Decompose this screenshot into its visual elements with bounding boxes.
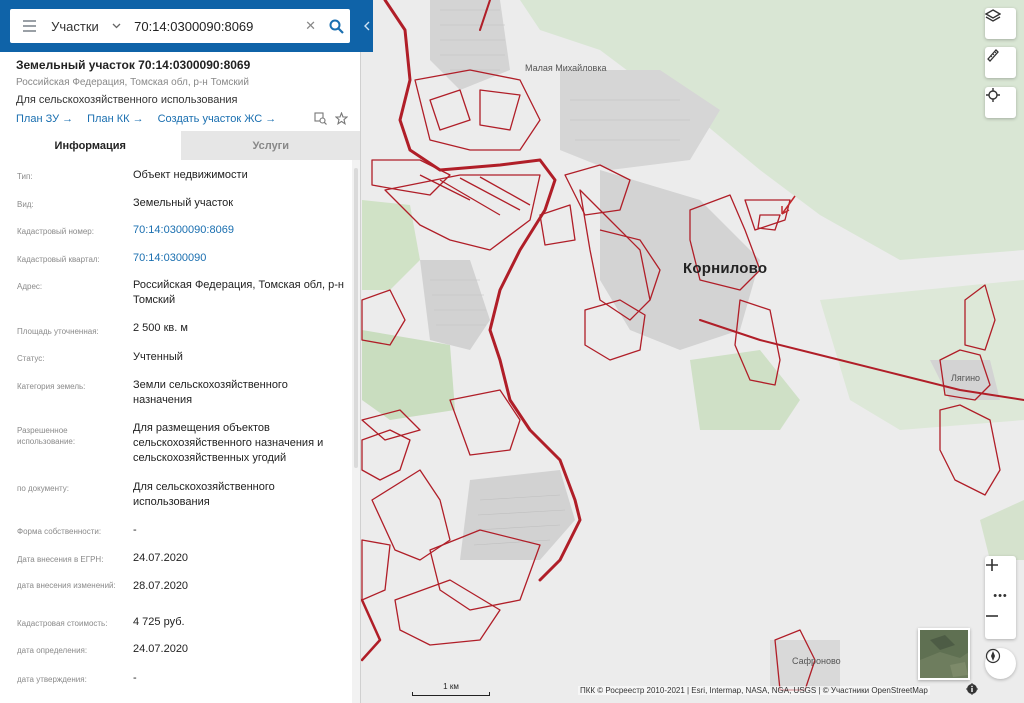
tab-services[interactable]: Услуги <box>180 131 360 160</box>
detail-label: Адрес: <box>17 282 43 291</box>
plan-zu-link[interactable]: План ЗУ → <box>16 113 73 125</box>
compass-button[interactable] <box>985 648 1016 679</box>
search-category-select[interactable]: Участки <box>51 19 109 34</box>
scale-label: 1 км <box>443 682 459 691</box>
object-use: Для сельскохозяйственного использования <box>16 94 238 106</box>
detail-label: дата определения: <box>17 646 88 655</box>
detail-label: Кадастровый квартал: <box>17 255 100 264</box>
detail-value-link[interactable]: 70:14:0300090 <box>133 251 348 266</box>
tab-info[interactable]: Информация <box>0 131 181 160</box>
detail-label: Разрешенное использование: <box>17 426 76 446</box>
plan-links: План ЗУ → План КК → Создать участок ЖС → <box>16 113 356 125</box>
crosshair-icon <box>986 88 1000 102</box>
measure-button[interactable] <box>985 47 1016 78</box>
detail-value: 28.07.2020 <box>133 580 189 592</box>
detail-label: Категория земель: <box>17 382 86 391</box>
detail-value-link[interactable]: 70:14:0300090:8069 <box>133 223 348 238</box>
detail-label: по документу: <box>17 484 69 493</box>
place-label-lyagino: Лягино <box>951 373 981 383</box>
chevron-left-icon <box>364 21 370 31</box>
collapse-panel-button[interactable] <box>361 8 373 44</box>
detail-value: 24.07.2020 <box>133 552 189 564</box>
detail-label: Вид: <box>17 200 34 209</box>
detail-value: 24.07.2020 <box>133 643 189 655</box>
menu-icon[interactable] <box>16 9 42 43</box>
detail-label: Кадастровый номер: <box>17 227 94 236</box>
plan-kk-link[interactable]: План КК → <box>87 113 143 125</box>
detail-label: Форма собственности: <box>17 527 102 536</box>
search-input[interactable] <box>134 18 300 34</box>
detail-value: - <box>133 524 137 536</box>
plus-icon <box>986 559 998 571</box>
detail-value: Земельный участок <box>133 197 234 209</box>
basemap-thumbnail[interactable] <box>918 628 970 680</box>
zoom-to-object-icon[interactable] <box>314 112 327 125</box>
search-bar: Участки ✕ <box>0 0 373 52</box>
map-attribution: ПКК © Росреестр 2010-2021 | Esri, Interm… <box>578 686 930 695</box>
detail-value: - <box>133 672 137 684</box>
place-label-safronovo: Сафроново <box>792 656 841 666</box>
search-button[interactable] <box>322 9 350 43</box>
header-actions <box>314 112 348 125</box>
detail-label: дата утверждения: <box>17 675 87 684</box>
detail-value: 2 500 кв. м <box>133 322 188 334</box>
zoom-in-button[interactable] <box>985 558 1016 586</box>
zoom-more-icon[interactable]: ••• <box>985 586 1016 606</box>
place-label-kornilovo: Корнилово <box>683 260 768 277</box>
detail-value: Земли сельскохозяйственного назначения <box>133 379 288 406</box>
detail-value: Для размещения объектов сельскохозяйстве… <box>133 422 324 464</box>
detail-value: Объект недвижимости <box>133 169 248 181</box>
place-label-malaya-mikhailovka: Малая Михайловка <box>525 63 607 73</box>
ruler-icon <box>987 49 999 62</box>
object-header: Земельный участок 70:14:0300090:8069 Рос… <box>16 58 356 125</box>
zoom-out-button[interactable] <box>985 609 1016 637</box>
locate-button[interactable] <box>985 87 1016 118</box>
info-panel: Земельный участок 70:14:0300090:8069 Рос… <box>0 0 361 703</box>
minus-icon <box>986 615 998 617</box>
scale-bar: 1 км <box>412 682 490 696</box>
search-box: Участки ✕ <box>10 9 350 43</box>
panel-scroll-thumb[interactable] <box>354 168 358 468</box>
info-icon[interactable] <box>966 683 978 695</box>
detail-value: Учтенный <box>133 351 183 363</box>
scale-line <box>412 692 490 696</box>
detail-label: дата внесения изменений: <box>17 581 116 590</box>
close-icon[interactable]: ✕ <box>303 18 318 34</box>
chevron-down-icon[interactable] <box>111 9 122 43</box>
create-zs-link[interactable]: Создать участок ЖС → <box>158 113 277 125</box>
compass-icon <box>985 648 1001 664</box>
layers-icon <box>985 9 1001 22</box>
satellite-thumbnail-image <box>920 630 968 678</box>
detail-value: 4 725 руб. <box>133 616 185 628</box>
layers-button[interactable] <box>985 8 1016 39</box>
detail-label: Статус: <box>17 354 45 363</box>
detail-value: Для сельскохозяйственного использования <box>133 481 275 508</box>
detail-label: Кадастровая стоимость: <box>17 619 108 628</box>
zoom-control: ••• <box>985 556 1016 639</box>
detail-value: Российская Федерация, Томская обл, р-н Т… <box>133 279 345 306</box>
star-icon[interactable] <box>335 112 348 125</box>
detail-label: Тип: <box>17 172 33 181</box>
object-address: Российская Федерация, Томская обл, р-н Т… <box>16 77 249 88</box>
detail-label: Площадь уточненная: <box>17 327 99 336</box>
search-icon <box>329 19 344 34</box>
detail-label: Дата внесения в ЕГРН: <box>17 555 104 564</box>
object-title: Земельный участок 70:14:0300090:8069 <box>16 58 251 72</box>
panel-tabs: Информация Услуги <box>0 131 360 160</box>
